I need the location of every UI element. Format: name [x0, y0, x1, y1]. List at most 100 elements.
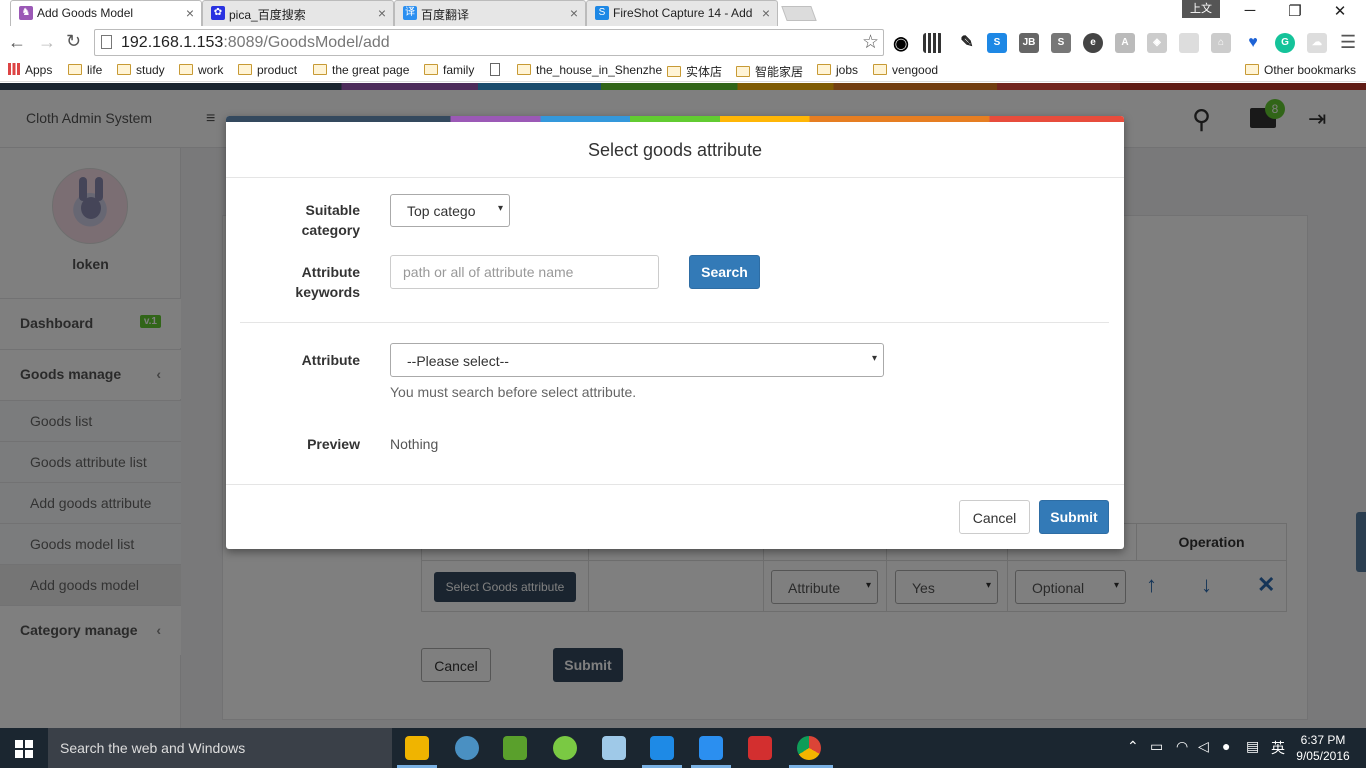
reload-icon[interactable]: ↻ [66, 31, 81, 52]
tab-pica-search[interactable]: ✿ pica_百度搜索 × [202, 0, 394, 26]
file-explorer-icon[interactable] [405, 736, 429, 760]
bookmark-great-page[interactable]: the great page [313, 63, 409, 77]
qq-app-icon[interactable] [699, 736, 723, 760]
category-select[interactable]: Top catego [390, 194, 510, 227]
spreadsheet-app-icon[interactable] [503, 736, 527, 760]
battery-icon[interactable]: ▭ [1150, 738, 1163, 755]
tab-title: Add Goods Model [37, 6, 134, 20]
chrome-menu-icon[interactable]: ☰ [1340, 32, 1356, 53]
close-icon[interactable]: × [378, 5, 386, 21]
attribute-keywords-input[interactable] [390, 255, 659, 289]
cloud-extension-icon[interactable]: ☁ [1307, 33, 1327, 53]
header-divider [226, 177, 1124, 178]
forward-icon[interactable]: → [38, 32, 56, 53]
wifi-icon[interactable]: ◠ [1176, 738, 1188, 755]
clock[interactable]: 6:37 PM 9/05/2016 [1292, 732, 1354, 764]
baidu-paw-icon: ✿ [211, 6, 225, 20]
bookmark-doc[interactable] [490, 63, 505, 77]
fireshot-extension-icon[interactable]: S [987, 33, 1007, 53]
s-extension-icon[interactable]: S [1051, 33, 1071, 53]
color-picker-icon[interactable]: ✎ [957, 33, 977, 53]
bookmark-star-icon[interactable]: ☆ [862, 31, 879, 54]
folder-icon [667, 66, 681, 77]
action-center-icon[interactable]: ▤ [1246, 738, 1259, 755]
close-icon[interactable]: × [186, 5, 194, 21]
windows-start-icon[interactable] [15, 740, 33, 758]
minimize-icon[interactable]: ─ [1230, 2, 1270, 19]
qr-code-icon[interactable] [923, 33, 943, 53]
folder-icon [517, 64, 531, 75]
folder-icon [179, 64, 193, 75]
grammarly-icon[interactable]: G [1275, 33, 1295, 53]
search-button[interactable]: Search [689, 255, 760, 289]
other-bookmarks[interactable]: Other bookmarks [1245, 63, 1356, 77]
attribute-keywords-label: Attribute keywords [295, 264, 360, 300]
folder-icon [1245, 64, 1259, 75]
tab-fireshot[interactable]: S FireShot Capture 14 - Add × [586, 0, 778, 26]
close-icon[interactable]: × [570, 5, 578, 21]
e-extension-icon[interactable]: e [1083, 33, 1103, 53]
ublock-icon[interactable]: ♥ [1243, 33, 1263, 53]
tab-add-goods-model[interactable]: ♞ Add Goods Model × [10, 0, 202, 26]
bookmark-family[interactable]: family [424, 63, 474, 77]
qq-tray-icon[interactable]: ● [1222, 738, 1230, 754]
preview-label: Preview [307, 436, 360, 452]
bookmark-product[interactable]: product [238, 63, 297, 77]
url-text: 192.168.1.153:8089/GoodsModel/add [121, 34, 390, 51]
grid-extension-icon[interactable] [1179, 33, 1199, 53]
chrome-icon[interactable] [797, 736, 821, 760]
bookmark-house[interactable]: the_house_in_Shenzhe [517, 63, 662, 77]
close-window-icon[interactable]: ✕ [1320, 2, 1360, 20]
bookmark-work[interactable]: work [179, 63, 223, 77]
bird-app-icon[interactable] [650, 736, 674, 760]
folder-icon [424, 64, 438, 75]
bookmark-smart-home[interactable]: 智能家居 [736, 63, 803, 80]
ime-indicator[interactable]: 上文 [1182, 0, 1220, 18]
bank-extension-icon[interactable]: ⌂ [1211, 33, 1231, 53]
folder-icon [736, 66, 750, 77]
leaf-app-icon[interactable] [553, 736, 577, 760]
folder-icon [68, 64, 82, 75]
tab-title: FireShot Capture 14 - Add [613, 6, 753, 20]
network-app-icon[interactable] [455, 736, 479, 760]
bookmark-jobs[interactable]: jobs [817, 63, 858, 77]
windows-taskbar: Search the web and Windows ⌃ ▭ ◠ ◁ ● ▤ 英… [0, 728, 1366, 768]
taskbar-search-box[interactable]: Search the web and Windows [48, 728, 392, 768]
browser-tab-strip: ♞ Add Goods Model × ✿ pica_百度搜索 × 译 百度翻译… [0, 0, 1366, 26]
modal-submit-button[interactable]: Submit [1039, 500, 1109, 534]
chevron-up-icon[interactable]: ⌃ [1127, 738, 1139, 755]
tab-baidu-translate[interactable]: 译 百度翻译 × [394, 0, 586, 26]
bookmark-study[interactable]: study [117, 63, 165, 77]
modal-title: Select goods attribute [587, 140, 763, 160]
bookmarks-bar: Apps life study work product the great p… [0, 60, 1366, 82]
select-attribute-modal: Select goods attribute Suitable category… [226, 116, 1124, 549]
folder-icon [313, 64, 327, 75]
new-tab-button[interactable] [781, 6, 817, 21]
notes-app-icon[interactable] [602, 736, 626, 760]
eye-extension-icon[interactable]: ◉ [891, 33, 911, 53]
close-icon[interactable]: × [762, 5, 770, 21]
folder-icon [117, 64, 131, 75]
address-bar[interactable]: 192.168.1.153:8089/GoodsModel/add ☆ [94, 29, 884, 56]
form-divider [240, 322, 1109, 323]
bookmark-vengood[interactable]: vengood [873, 63, 938, 77]
side-handle[interactable] [1356, 512, 1366, 572]
suitable-category-label: Suitable category [301, 202, 360, 238]
attribute-label: Attribute [301, 352, 360, 368]
attribute-select[interactable]: --Please select-- [390, 343, 884, 377]
shield-extension-icon[interactable]: ◈ [1147, 33, 1167, 53]
apps-grid-icon [8, 63, 20, 75]
vpn-app-icon[interactable] [748, 736, 772, 760]
fireshot-icon: S [595, 6, 609, 20]
jetbrains-icon[interactable]: JB [1019, 33, 1039, 53]
bookmark-apps[interactable]: Apps [8, 63, 52, 77]
bookmark-store[interactable]: 实体店 [667, 63, 722, 80]
angular-icon[interactable]: A [1115, 33, 1135, 53]
ime-indicator-taskbar[interactable]: 英 [1271, 738, 1285, 758]
back-icon[interactable]: ← [8, 32, 26, 53]
modal-cancel-button[interactable]: Cancel [959, 500, 1030, 534]
tab-title: pica_百度搜索 [229, 8, 306, 22]
volume-icon[interactable]: ◁ [1198, 738, 1209, 755]
bookmark-life[interactable]: life [68, 63, 102, 77]
restore-icon[interactable]: ❐ [1275, 2, 1315, 20]
